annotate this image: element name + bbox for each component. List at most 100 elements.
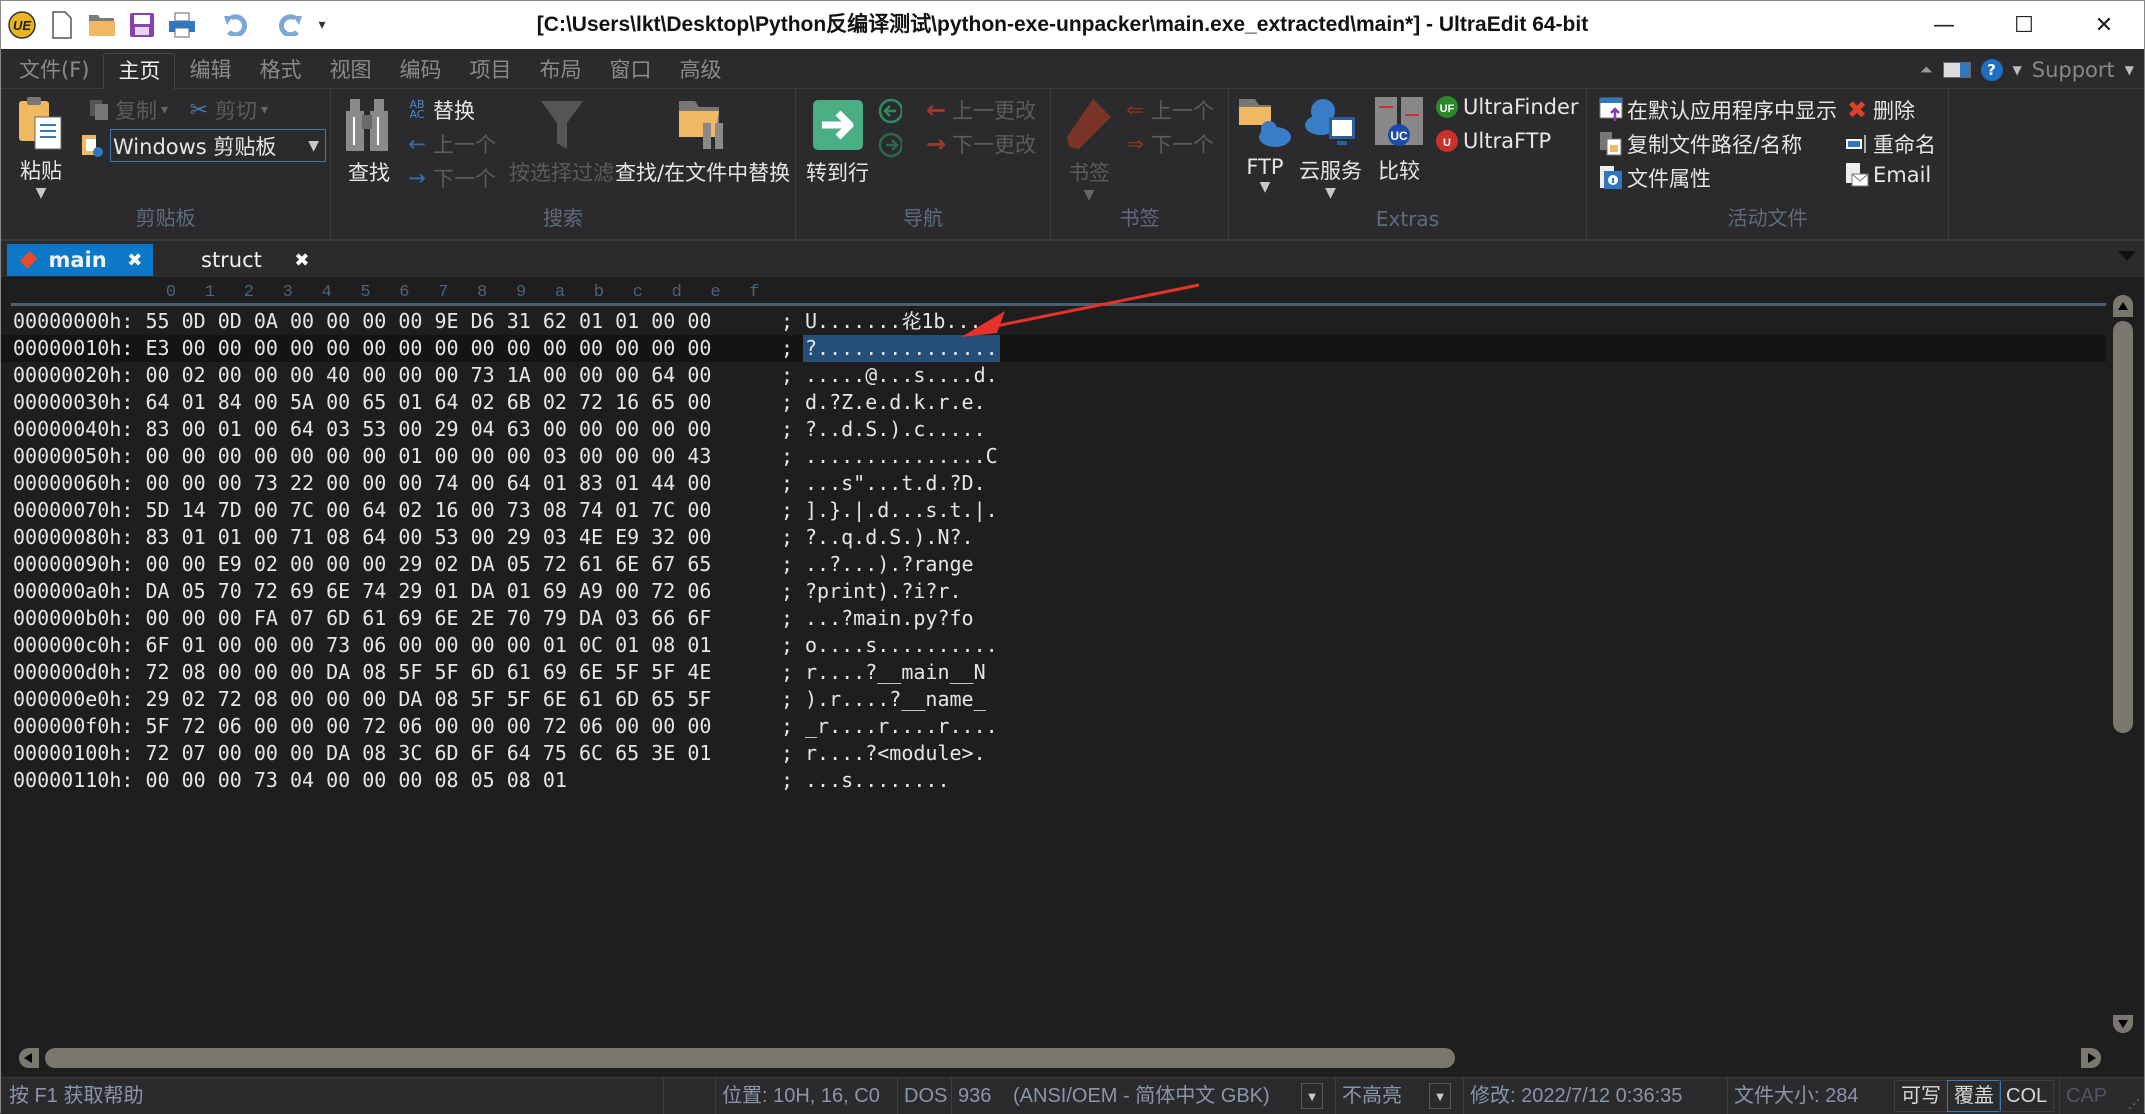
cloud-dropdown-icon[interactable]: ▼ xyxy=(1325,185,1336,201)
row-ascii[interactable]: ...s........ xyxy=(805,767,950,794)
ultraftp-button[interactable]: U UltraFTP xyxy=(1435,129,1551,153)
delete-file-button[interactable]: ✖ 删除 xyxy=(1845,95,1915,125)
row-hex-bytes[interactable]: 00 02 00 00 00 40 00 00 00 73 1A 00 00 0… xyxy=(145,363,711,387)
hex-row[interactable]: 000000b0h: 00 00 00 FA 07 6D 61 69 6E 2E… xyxy=(1,605,2106,632)
tab-format[interactable]: 格式 xyxy=(245,53,315,89)
row-ascii[interactable]: ?..q.d.S.).N?. xyxy=(805,524,974,551)
status-encoding[interactable]: (ANSI/OEM - 简体中文 GBK) xyxy=(1007,1078,1276,1114)
row-ascii[interactable]: ...............C xyxy=(805,443,998,470)
bookmark-dropdown-icon[interactable]: ▼ xyxy=(1084,187,1095,203)
vertical-scroll-thumb[interactable] xyxy=(2113,321,2133,733)
row-hex-bytes[interactable]: 00 00 00 FA 07 6D 61 69 6E 2E 70 79 DA 0… xyxy=(145,606,711,630)
replace-button[interactable]: AB AC 替换 xyxy=(405,95,475,125)
hex-row[interactable]: 00000090h: 00 00 E9 02 00 00 00 29 02 DA… xyxy=(1,551,2106,578)
hex-row[interactable]: 000000a0h: DA 05 70 72 69 6E 74 29 01 DA… xyxy=(1,578,2106,605)
clipboard-select[interactable]: Windows 剪贴板 ▼ xyxy=(110,129,326,162)
doc-tab-struct[interactable]: struct ✖ xyxy=(191,244,322,276)
tab-home[interactable]: 主页 xyxy=(103,53,176,89)
scroll-right-button[interactable] xyxy=(2081,1048,2101,1068)
hex-row[interactable]: 000000f0h: 5F 72 06 00 00 00 72 06 00 00… xyxy=(1,713,2106,740)
doc-tab-main[interactable]: main ✖ xyxy=(7,244,153,276)
row-hex-bytes[interactable]: 29 02 72 08 00 00 00 DA 08 5F 5F 6E 61 6… xyxy=(145,687,711,711)
next-bookmark-button[interactable]: ⇒ 下一个 xyxy=(1123,129,1214,159)
row-hex-bytes[interactable]: 83 01 01 00 71 08 64 00 53 00 29 03 4E E… xyxy=(145,525,711,549)
tab-view[interactable]: 视图 xyxy=(315,53,385,89)
nav-forward-icon[interactable] xyxy=(878,132,902,158)
ultrafinder-button[interactable]: UF UltraFinder xyxy=(1435,95,1579,119)
hex-row[interactable]: 000000c0h: 6F 01 00 00 00 73 06 00 00 00… xyxy=(1,632,2106,659)
hex-row[interactable]: 000000e0h: 29 02 72 08 00 00 00 DA 08 5F… xyxy=(1,686,2106,713)
row-ascii[interactable]: ].}.|.d...s.t.|. xyxy=(805,497,998,524)
find-prev-button[interactable]: ← 上一个 xyxy=(405,129,496,159)
scroll-up-button[interactable] xyxy=(2113,295,2133,317)
hex-row[interactable]: 00000050h: 00 00 00 00 00 00 00 01 00 00… xyxy=(1,443,2106,470)
row-ascii[interactable]: r....?__main__N xyxy=(805,659,986,686)
find-button[interactable]: 查找 xyxy=(341,97,397,187)
hex-row[interactable]: 00000070h: 5D 14 7D 00 7C 00 64 02 16 00… xyxy=(1,497,2106,524)
support-menu[interactable]: Support xyxy=(2032,58,2115,82)
maximize-button[interactable]: ☐ xyxy=(1984,1,2064,49)
compare-button[interactable]: UC 比较 xyxy=(1371,95,1427,185)
copy-button[interactable]: 复制 ▾ xyxy=(87,95,168,125)
tab-edit[interactable]: 编辑 xyxy=(175,53,245,89)
prev-bookmark-button[interactable]: ⇐ 上一个 xyxy=(1123,95,1214,125)
row-ascii[interactable]: o....s.......... xyxy=(805,632,998,659)
find-next-button[interactable]: → 下一个 xyxy=(405,163,496,193)
row-ascii[interactable]: d.?Z.e.d.k.r.e. xyxy=(805,389,986,416)
row-hex-bytes[interactable]: 72 07 00 00 00 DA 08 3C 6D 6F 64 75 6C 6… xyxy=(145,741,711,765)
hex-row[interactable]: 00000020h: 00 02 00 00 00 40 00 00 00 73… xyxy=(1,362,2106,389)
ribbon-options-caret-icon[interactable]: ▼ xyxy=(2125,63,2134,77)
row-hex-bytes[interactable]: 00 00 E9 02 00 00 00 29 02 DA 05 72 61 6… xyxy=(145,552,711,576)
row-ascii[interactable]: r....?<module>. xyxy=(805,740,986,767)
status-position[interactable]: 位置: 10H, 16, C0 xyxy=(715,1078,886,1114)
row-ascii[interactable]: .....@...s....d. xyxy=(805,362,998,389)
row-ascii[interactable]: _r....r....r.... xyxy=(805,713,998,740)
hex-row[interactable]: 00000040h: 83 00 01 00 64 03 53 00 29 04… xyxy=(1,416,2106,443)
cut-dropdown-icon[interactable]: ▾ xyxy=(261,102,268,118)
show-in-default-app-button[interactable]: 在默认应用程序中显示 xyxy=(1599,95,1837,125)
cut-button[interactable]: ✂ 剪切 ▾ xyxy=(187,95,268,125)
tab-file[interactable]: 文件(F) xyxy=(5,53,103,89)
file-properties-button[interactable]: 文件属性 xyxy=(1599,163,1711,193)
row-hex-bytes[interactable]: 5D 14 7D 00 7C 00 64 02 16 00 73 08 74 0… xyxy=(145,498,711,522)
tab-project[interactable]: 项目 xyxy=(455,53,525,89)
tab-advanced[interactable]: 高级 xyxy=(665,53,735,89)
hex-row[interactable]: 00000110h: 00 00 00 73 04 00 00 00 08 05… xyxy=(1,767,2106,794)
filter-by-selection-button[interactable]: 按选择过滤 xyxy=(509,97,614,187)
row-hex-bytes[interactable]: 83 00 01 00 64 03 53 00 29 04 63 00 00 0… xyxy=(145,417,711,441)
row-ascii[interactable]: ).r....?__name_ xyxy=(805,686,986,713)
row-ascii[interactable]: ...s"...t.d.?D. xyxy=(805,470,986,497)
resize-grip-icon[interactable]: ⋰ xyxy=(2128,1097,2140,1111)
row-ascii[interactable]: ...?main.py?fo xyxy=(805,605,974,632)
prev-change-button[interactable]: ← 上一更改 xyxy=(924,95,1036,125)
rename-file-button[interactable]: 重命名 xyxy=(1845,129,1936,159)
scroll-left-button[interactable] xyxy=(19,1048,39,1068)
tab-layout[interactable]: 布局 xyxy=(525,53,595,89)
row-hex-bytes[interactable]: 00 00 00 73 22 00 00 00 74 00 64 01 83 0… xyxy=(145,471,711,495)
email-file-button[interactable]: Email xyxy=(1845,163,1931,187)
copy-file-path-button[interactable]: 复制文件路径/名称 xyxy=(1599,129,1802,159)
hex-editor[interactable]: 0 1 2 3 4 5 6 7 8 9 a b c d e f 00000000h: 55 0D 0D 0A … xyxy=(1,277,2106,1037)
hex-row[interactable]: 00000080h: 83 01 01 00 71 08 64 00 53 00… xyxy=(1,524,2106,551)
row-hex-bytes[interactable]: 6F 01 00 00 00 73 06 00 00 00 00 01 0C 0… xyxy=(145,633,711,657)
close-tab-icon[interactable]: ✖ xyxy=(127,250,143,271)
highlight-dropdown-icon[interactable]: ▼ xyxy=(1429,1083,1451,1109)
horizontal-scroll-thumb[interactable] xyxy=(45,1048,1455,1068)
ftp-button[interactable]: FTP ▼ xyxy=(1237,95,1293,195)
hex-row[interactable]: 00000100h: 72 07 00 00 00 DA 08 3C 6D 6F… xyxy=(1,740,2106,767)
bookmark-button[interactable]: 书签 ▼ xyxy=(1061,97,1117,203)
status-highlight[interactable]: 不高亮 xyxy=(1335,1078,1408,1114)
vertical-scrollbar[interactable] xyxy=(2106,277,2144,1037)
ribbon-mode-icon[interactable] xyxy=(1942,62,1971,78)
row-hex-bytes[interactable]: E3 00 00 00 00 00 00 00 00 00 00 00 00 0… xyxy=(145,336,711,360)
row-hex-bytes[interactable]: 55 0D 0D 0A 00 00 00 00 9E D6 31 62 01 0… xyxy=(145,309,711,333)
paste-button[interactable]: 粘贴 ▼ xyxy=(13,95,69,201)
hex-row[interactable]: 000000d0h: 72 08 00 00 00 DA 08 5F 5F 6D… xyxy=(1,659,2106,686)
cloud-services-button[interactable]: 云服务 ▼ xyxy=(1299,95,1362,201)
row-ascii[interactable]: ?..d.S.).c..... xyxy=(805,416,986,443)
scroll-down-button[interactable] xyxy=(2113,1015,2133,1033)
hex-row[interactable]: 00000060h: 00 00 00 73 22 00 00 00 74 00… xyxy=(1,470,2106,497)
close-button[interactable]: ✕ xyxy=(2064,1,2144,49)
next-change-button[interactable]: → 下一更改 xyxy=(924,129,1036,159)
copy-dropdown-icon[interactable]: ▾ xyxy=(161,102,168,118)
